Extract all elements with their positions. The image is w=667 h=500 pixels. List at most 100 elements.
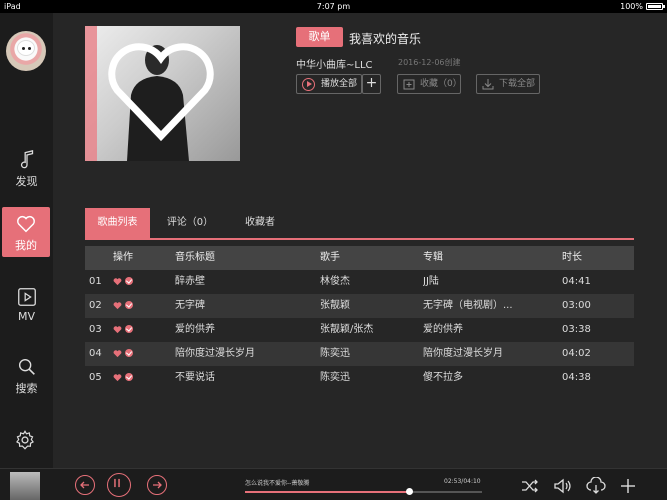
play-all-label: 播放全部 xyxy=(321,79,358,89)
song-duration: 04:02 xyxy=(562,348,591,359)
play-all-button[interactable]: 播放全部 xyxy=(296,74,362,94)
player-bar: 怎么说我不爱你--萧敬腾 02:53/04:10 xyxy=(0,468,667,500)
like-heart-icon[interactable] xyxy=(113,373,122,382)
download-all-button[interactable]: 下载全部 xyxy=(476,74,540,94)
pause-icon xyxy=(114,478,120,488)
avatar[interactable] xyxy=(6,31,46,71)
table-header: 操作 音乐标题 歌手 专辑 时长 xyxy=(85,246,634,270)
sidebar-item-discover[interactable]: 发现 xyxy=(0,143,53,193)
song-title: 爱的供养 xyxy=(175,324,215,335)
progress-fill xyxy=(245,491,409,493)
status-bar: iPad 7:07 pm 100% xyxy=(0,0,667,13)
sidebar-item-label: MV xyxy=(17,310,35,323)
pause-button[interactable] xyxy=(107,473,131,497)
song-title: 陪你度过漫长岁月 xyxy=(175,348,255,359)
favorite-button[interactable]: 收藏（0） xyxy=(397,74,462,94)
table-row[interactable]: 01 醉赤壁 林俊杰 JJ陆 04:41 xyxy=(85,270,634,294)
song-duration: 03:38 xyxy=(562,324,591,335)
like-heart-icon[interactable] xyxy=(113,301,122,310)
previous-button[interactable] xyxy=(75,475,95,495)
table-row[interactable]: 05 不要说话 陈奕迅 傻不拉多 04:38 xyxy=(85,366,634,390)
table-row[interactable]: 02 无字碑 张靓颖 无字碑（电视剧）... 03:00 xyxy=(85,294,634,318)
sidebar-item-label: 我的 xyxy=(15,239,37,252)
play-icon xyxy=(302,78,315,91)
col-artist: 歌手 xyxy=(320,252,340,263)
created-date: 2016-12-06创建 xyxy=(398,58,461,67)
sidebar: 发现 我的 MV 搜索 xyxy=(0,13,53,468)
add-icon[interactable] xyxy=(618,477,638,495)
playlist-creator[interactable]: 中华小曲库~LLC xyxy=(296,56,373,71)
col-duration: 时长 xyxy=(562,252,582,263)
song-duration: 04:38 xyxy=(562,372,591,383)
song-title: 无字碑 xyxy=(175,300,205,311)
search-icon xyxy=(16,356,38,378)
avatar-eye xyxy=(22,47,25,50)
album-cover xyxy=(85,26,240,161)
col-action: 操作 xyxy=(113,252,133,263)
cover-accent-strip xyxy=(85,26,97,161)
check-icon[interactable] xyxy=(125,373,133,381)
volume-icon[interactable] xyxy=(553,477,573,495)
track-number: 01 xyxy=(89,276,102,287)
song-table: 操作 音乐标题 歌手 专辑 时长 01 醉赤壁 林俊杰 JJ陆 04:41 02… xyxy=(85,246,634,390)
song-album[interactable]: 无字碑（电视剧）... xyxy=(423,294,533,318)
check-icon[interactable] xyxy=(125,349,133,357)
add-to-queue-button[interactable]: + xyxy=(362,74,381,94)
music-note-icon xyxy=(16,149,38,171)
track-number: 05 xyxy=(89,372,102,383)
col-title: 音乐标题 xyxy=(175,252,215,263)
song-album[interactable]: JJ陆 xyxy=(423,270,533,294)
tab-collectors[interactable]: 收藏者 xyxy=(230,208,290,238)
song-album[interactable]: 陪你度过漫长岁月 xyxy=(423,342,533,366)
like-heart-icon[interactable] xyxy=(113,349,122,358)
table-row[interactable]: 03 爱的供养 张靓颖/张杰 爱的供养 03:38 xyxy=(85,318,634,342)
gear-icon[interactable] xyxy=(14,429,36,451)
arrow-right-icon xyxy=(153,481,162,489)
favorite-label: 收藏（0） xyxy=(420,79,462,89)
progress-knob[interactable] xyxy=(405,488,413,495)
now-playing-title: 怎么说我不爱你--萧敬腾 xyxy=(245,480,310,487)
shuffle-icon[interactable] xyxy=(520,477,540,495)
video-play-icon xyxy=(16,286,38,308)
like-heart-icon[interactable] xyxy=(113,325,122,334)
check-icon[interactable] xyxy=(125,277,133,285)
next-button[interactable] xyxy=(147,475,167,495)
add-folder-icon xyxy=(403,79,415,90)
song-title: 醉赤壁 xyxy=(175,276,205,287)
progress-bar[interactable] xyxy=(245,488,482,495)
download-all-label: 下载全部 xyxy=(499,79,536,89)
cloud-download-icon[interactable] xyxy=(586,476,606,495)
battery-icon xyxy=(646,3,665,10)
song-artist[interactable]: 陈奕迅 xyxy=(320,366,420,390)
song-title: 不要说话 xyxy=(175,372,215,383)
track-number: 03 xyxy=(89,324,102,335)
sidebar-item-search[interactable]: 搜索 xyxy=(0,350,53,400)
song-artist[interactable]: 陈奕迅 xyxy=(320,342,420,366)
download-icon xyxy=(482,79,494,90)
check-icon[interactable] xyxy=(125,301,133,309)
sidebar-item-label: 发现 xyxy=(15,175,38,188)
avatar-eye xyxy=(28,47,31,50)
table-row[interactable]: 04 陪你度过漫长岁月 陈奕迅 陪你度过漫长岁月 04:02 xyxy=(85,342,634,366)
sidebar-item-mv[interactable]: MV xyxy=(0,280,53,330)
song-artist[interactable]: 张靓颖/张杰 xyxy=(320,318,420,342)
content-tabs: 歌曲列表 评论（0） 收藏者 xyxy=(85,208,634,240)
tab-comments[interactable]: 评论（0） xyxy=(160,208,220,238)
check-icon[interactable] xyxy=(125,325,133,333)
song-artist[interactable]: 林俊杰 xyxy=(320,270,420,294)
song-duration: 04:41 xyxy=(562,276,591,287)
like-heart-icon[interactable] xyxy=(113,277,122,286)
song-album[interactable]: 傻不拉多 xyxy=(423,366,533,390)
heart-icon xyxy=(15,213,37,235)
track-number: 04 xyxy=(89,348,102,359)
song-duration: 03:00 xyxy=(562,300,591,311)
sidebar-item-label: 搜索 xyxy=(15,382,38,395)
row-actions xyxy=(113,366,163,390)
battery-percent: 100% xyxy=(620,2,643,11)
arrow-left-icon xyxy=(80,481,89,489)
tab-song-list[interactable]: 歌曲列表 xyxy=(85,208,150,238)
sidebar-item-mine[interactable]: 我的 xyxy=(2,207,50,257)
song-album[interactable]: 爱的供养 xyxy=(423,318,533,342)
now-playing-cover[interactable] xyxy=(10,472,40,500)
song-artist[interactable]: 张靓颖 xyxy=(320,294,420,318)
